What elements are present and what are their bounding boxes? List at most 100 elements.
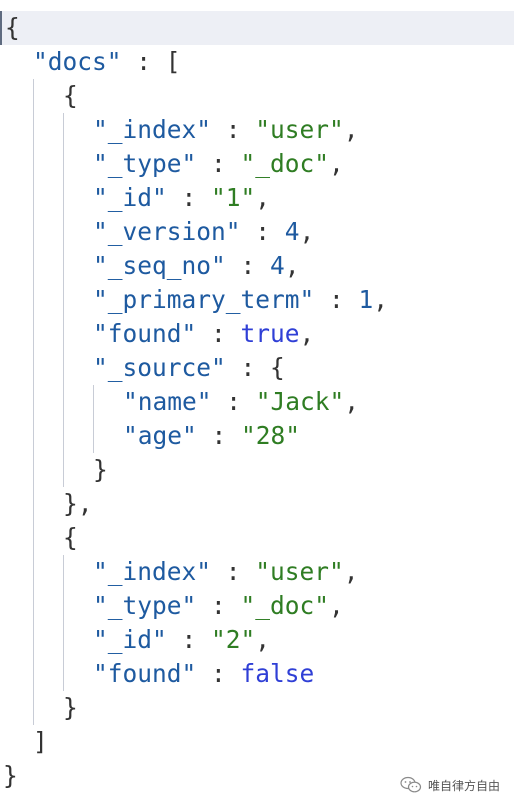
code-line: "_index" : "user", bbox=[0, 555, 514, 589]
code-line: "found" : false bbox=[0, 657, 514, 691]
code-token-punc: , bbox=[343, 115, 359, 144]
code-token-punc: } bbox=[93, 455, 108, 484]
indent-guide bbox=[63, 181, 64, 215]
code-token-punc: : bbox=[225, 251, 271, 280]
code-token-punc: }, bbox=[63, 489, 93, 518]
code-line: "_source" : { bbox=[0, 351, 514, 385]
code-line-text: "_seq_no" : 4, bbox=[93, 249, 300, 283]
indent-guide bbox=[63, 385, 64, 419]
code-line-text: }, bbox=[63, 487, 93, 521]
code-line-text: } bbox=[3, 759, 18, 793]
code-token-str: "_doc" bbox=[240, 591, 330, 620]
code-token-punc: : bbox=[196, 319, 241, 348]
code-token-punc: : bbox=[211, 387, 256, 416]
indent-guide bbox=[33, 657, 34, 691]
indent-guide bbox=[33, 555, 34, 589]
indent-guide bbox=[63, 113, 64, 147]
wechat-icon bbox=[400, 776, 422, 793]
code-token-punc: : { bbox=[225, 353, 285, 382]
indent-guide bbox=[33, 147, 34, 181]
code-line: { bbox=[0, 11, 514, 45]
indent-guide bbox=[93, 385, 94, 419]
code-token-key: "_version" bbox=[93, 217, 241, 246]
watermark: 唯自律方自由 bbox=[400, 774, 500, 796]
code-token-punc: { bbox=[5, 13, 20, 42]
code-line-text: { bbox=[5, 11, 20, 45]
code-token-key: "_index" bbox=[93, 115, 212, 144]
code-line-text: "name" : "Jack", bbox=[123, 385, 359, 419]
code-token-kw: true bbox=[240, 319, 300, 348]
indent-guide bbox=[33, 385, 34, 419]
indent-guide bbox=[33, 589, 34, 623]
code-line: "_id" : "1", bbox=[0, 181, 514, 215]
code-line: } bbox=[0, 453, 514, 487]
code-line: { bbox=[0, 521, 514, 555]
code-token-str: "28" bbox=[241, 421, 301, 450]
code-token-str: "2" bbox=[211, 625, 256, 654]
indent-guide bbox=[63, 351, 64, 385]
code-line: "_index" : "user", bbox=[0, 113, 514, 147]
indent-guide bbox=[63, 317, 64, 351]
indent-guide bbox=[33, 691, 34, 725]
code-token-key: "_id" bbox=[93, 183, 167, 212]
code-token-key: "found" bbox=[93, 319, 197, 348]
code-token-str: "user" bbox=[255, 115, 344, 144]
indent-guide bbox=[33, 521, 34, 555]
code-token-key: "name" bbox=[123, 387, 212, 416]
code-token-key: "_source" bbox=[93, 353, 226, 382]
code-token-punc: : bbox=[196, 421, 242, 450]
code-token-kw: false bbox=[240, 659, 315, 688]
code-token-punc: , bbox=[329, 591, 344, 620]
code-token-punc: : bbox=[166, 183, 212, 212]
code-line-text: "_id" : "2", bbox=[93, 623, 270, 657]
code-line-text: { bbox=[63, 79, 78, 113]
indent-guide bbox=[33, 283, 34, 317]
code-token-punc: ] bbox=[33, 727, 48, 756]
code-token-punc: , bbox=[373, 285, 389, 314]
code-token-str: "user" bbox=[255, 557, 344, 586]
code-token-punc: , bbox=[299, 217, 315, 246]
code-token-punc: : bbox=[196, 149, 241, 178]
code-token-num: 1 bbox=[358, 285, 374, 314]
indent-guide bbox=[63, 283, 64, 317]
code-token-punc: : [ bbox=[121, 47, 181, 76]
indent-guide bbox=[33, 623, 34, 657]
code-token-key: "docs" bbox=[33, 47, 122, 76]
code-line: { bbox=[0, 79, 514, 113]
code-token-str: "1" bbox=[211, 183, 256, 212]
code-token-punc: : bbox=[211, 557, 256, 586]
code-line-text: "_index" : "user", bbox=[93, 555, 359, 589]
code-line: "docs" : [ bbox=[0, 45, 514, 79]
code-token-punc: } bbox=[63, 693, 78, 722]
indent-guide bbox=[93, 419, 94, 453]
code-line-text: "_index" : "user", bbox=[93, 113, 359, 147]
watermark-text: 唯自律方自由 bbox=[428, 778, 501, 793]
code-token-key: "_seq_no" bbox=[93, 251, 226, 280]
code-token-punc: } bbox=[3, 761, 18, 790]
code-token-punc: , bbox=[255, 625, 271, 654]
code-token-punc: : bbox=[211, 115, 256, 144]
code-line-text: "_version" : 4, bbox=[93, 215, 314, 249]
indent-guide bbox=[63, 419, 64, 453]
indent-guide bbox=[33, 113, 34, 147]
code-line-text: } bbox=[63, 691, 78, 725]
indent-guide bbox=[33, 181, 34, 215]
code-line: "found" : true, bbox=[0, 317, 514, 351]
code-token-punc: , bbox=[343, 557, 359, 586]
indent-guide bbox=[63, 147, 64, 181]
code-token-punc: : bbox=[166, 625, 212, 654]
code-token-punc: : bbox=[196, 659, 241, 688]
code-token-key: "age" bbox=[123, 421, 197, 450]
code-token-str: "_doc" bbox=[240, 149, 330, 178]
indent-guide bbox=[33, 351, 34, 385]
code-line: "_seq_no" : 4, bbox=[0, 249, 514, 283]
indent-guide bbox=[63, 589, 64, 623]
indent-guide bbox=[33, 487, 34, 521]
indent-guide bbox=[63, 249, 64, 283]
code-token-punc: : bbox=[196, 591, 241, 620]
code-line: "age" : "28" bbox=[0, 419, 514, 453]
code-line: "name" : "Jack", bbox=[0, 385, 514, 419]
indent-guide bbox=[33, 79, 34, 113]
code-token-num: 4 bbox=[270, 251, 285, 280]
code-token-punc: , bbox=[329, 149, 344, 178]
